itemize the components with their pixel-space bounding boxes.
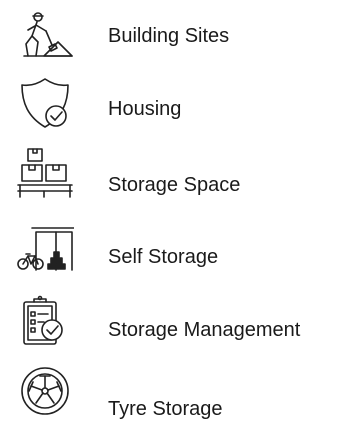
service-label: Tyre Storage xyxy=(108,398,223,420)
service-item-self-storage[interactable]: Self Storage xyxy=(0,220,349,280)
shield-check-icon xyxy=(16,75,74,131)
service-item-storage-space[interactable]: Storage Space xyxy=(0,145,349,205)
construction-worker-icon xyxy=(16,8,74,64)
service-item-building-sites[interactable]: Building Sites xyxy=(0,6,349,66)
service-label: Storage Management xyxy=(108,319,301,341)
service-label: Building Sites xyxy=(108,25,230,47)
service-item-housing[interactable]: Housing xyxy=(0,73,349,133)
service-list: Building Sites Housing Storage Space Sel… xyxy=(0,0,349,427)
service-item-storage-management[interactable]: Storage Management xyxy=(0,292,349,352)
clipboard-check-icon xyxy=(16,294,74,350)
service-label: Self Storage xyxy=(108,246,219,268)
bicycle-storage-unit-icon xyxy=(16,222,74,278)
pallet-boxes-icon xyxy=(16,145,74,201)
service-label: Housing xyxy=(108,98,182,120)
tyre-icon xyxy=(16,363,74,419)
service-label: Storage Space xyxy=(108,174,241,196)
service-item-tyre-storage[interactable]: Tyre Storage xyxy=(0,363,349,423)
